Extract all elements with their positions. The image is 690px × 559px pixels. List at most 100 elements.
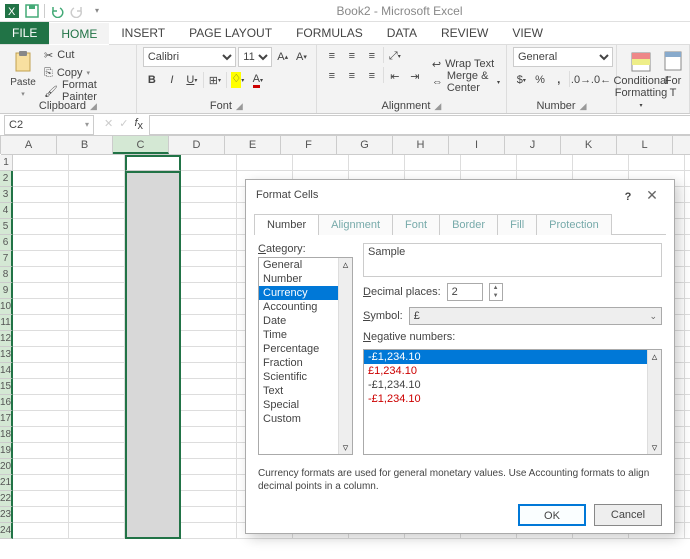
cell[interactable] bbox=[349, 155, 405, 171]
column-header[interactable]: C bbox=[113, 136, 169, 154]
excel-icon[interactable]: X bbox=[4, 3, 20, 19]
tab-home[interactable]: HOME bbox=[49, 23, 109, 45]
align-right-icon[interactable]: ≡ bbox=[363, 67, 381, 85]
cell[interactable] bbox=[685, 411, 690, 427]
cell[interactable] bbox=[685, 459, 690, 475]
cell[interactable] bbox=[405, 155, 461, 171]
row-header[interactable]: 5 bbox=[0, 219, 13, 235]
dialog-tab[interactable]: Number bbox=[254, 214, 319, 235]
cell[interactable] bbox=[69, 235, 125, 251]
cell[interactable] bbox=[685, 475, 690, 491]
cell[interactable] bbox=[685, 331, 690, 347]
tab-data[interactable]: DATA bbox=[375, 22, 429, 44]
bold-button[interactable]: B bbox=[143, 71, 161, 89]
cell[interactable] bbox=[685, 315, 690, 331]
percent-format-icon[interactable]: % bbox=[532, 71, 549, 89]
selected-range[interactable] bbox=[125, 171, 181, 539]
format-painter-button[interactable]: 🖌Format Painter bbox=[44, 83, 130, 99]
column-header[interactable]: E bbox=[225, 136, 281, 154]
cell[interactable] bbox=[181, 315, 237, 331]
cell[interactable] bbox=[13, 187, 69, 203]
cell[interactable] bbox=[181, 203, 237, 219]
row-header[interactable]: 19 bbox=[0, 443, 13, 459]
cell[interactable] bbox=[181, 155, 237, 171]
row-header[interactable]: 6 bbox=[0, 235, 13, 251]
font-size-select[interactable]: 11 bbox=[238, 47, 272, 67]
cell[interactable] bbox=[685, 491, 690, 507]
cell[interactable] bbox=[461, 155, 517, 171]
row-header[interactable]: 17 bbox=[0, 411, 13, 427]
cell[interactable] bbox=[685, 523, 690, 539]
align-top-icon[interactable]: ≡ bbox=[323, 47, 341, 65]
cell[interactable] bbox=[629, 155, 685, 171]
cell[interactable] bbox=[181, 443, 237, 459]
row-header[interactable]: 13 bbox=[0, 347, 13, 363]
column-header[interactable]: B bbox=[57, 136, 113, 154]
column-header[interactable]: H bbox=[393, 136, 449, 154]
fill-color-button[interactable]: ♢▾ bbox=[229, 71, 247, 89]
cell[interactable] bbox=[13, 363, 69, 379]
cell[interactable] bbox=[181, 507, 237, 523]
cell[interactable] bbox=[69, 347, 125, 363]
cell[interactable] bbox=[181, 411, 237, 427]
save-icon[interactable] bbox=[24, 3, 40, 19]
column-header[interactable]: J bbox=[505, 136, 561, 154]
cell[interactable] bbox=[69, 459, 125, 475]
cell[interactable] bbox=[181, 251, 237, 267]
cell[interactable] bbox=[13, 299, 69, 315]
cell[interactable] bbox=[13, 459, 69, 475]
tab-page-layout[interactable]: PAGE LAYOUT bbox=[177, 22, 284, 44]
cell[interactable] bbox=[181, 459, 237, 475]
dialog-launcher-icon[interactable]: ◢ bbox=[236, 101, 243, 112]
cell[interactable] bbox=[13, 443, 69, 459]
undo-icon[interactable] bbox=[49, 3, 65, 19]
tab-view[interactable]: VIEW bbox=[500, 22, 555, 44]
accounting-format-icon[interactable]: $▾ bbox=[513, 71, 530, 89]
cell[interactable] bbox=[13, 203, 69, 219]
cell[interactable] bbox=[13, 523, 69, 539]
negative-format-item[interactable]: -£1,234.10 bbox=[364, 392, 661, 406]
cell[interactable] bbox=[685, 395, 690, 411]
row-header[interactable]: 9 bbox=[0, 283, 13, 299]
cell[interactable] bbox=[685, 283, 690, 299]
cell[interactable] bbox=[685, 219, 690, 235]
decrease-indent-icon[interactable]: ⇤ bbox=[386, 67, 404, 85]
column-header[interactable]: M bbox=[673, 136, 690, 154]
increase-indent-icon[interactable]: ⇥ bbox=[406, 67, 424, 85]
shrink-font-icon[interactable]: A▾ bbox=[293, 48, 310, 66]
cell[interactable] bbox=[685, 507, 690, 523]
orientation-icon[interactable]: ⤢▾ bbox=[386, 47, 404, 65]
cell[interactable] bbox=[181, 219, 237, 235]
ok-button[interactable]: OK bbox=[518, 504, 586, 526]
active-cell[interactable] bbox=[125, 155, 181, 171]
align-middle-icon[interactable]: ≡ bbox=[343, 47, 361, 65]
cell[interactable] bbox=[69, 283, 125, 299]
cell[interactable] bbox=[13, 315, 69, 331]
decimal-places-input[interactable]: 2 bbox=[447, 283, 483, 301]
cell[interactable] bbox=[69, 379, 125, 395]
dialog-tab[interactable]: Font bbox=[392, 214, 440, 235]
cell[interactable] bbox=[685, 235, 690, 251]
cell[interactable] bbox=[685, 299, 690, 315]
underline-button[interactable]: U▾ bbox=[183, 71, 201, 89]
comma-format-icon[interactable]: , bbox=[550, 71, 567, 89]
cell[interactable] bbox=[181, 171, 237, 187]
cancel-button[interactable]: Cancel bbox=[594, 504, 662, 526]
column-header[interactable]: F bbox=[281, 136, 337, 154]
cell[interactable] bbox=[181, 395, 237, 411]
decimal-spinner[interactable]: ▲▼ bbox=[489, 283, 503, 301]
cell[interactable] bbox=[685, 171, 690, 187]
row-header[interactable]: 21 bbox=[0, 475, 13, 491]
cell[interactable] bbox=[69, 155, 125, 171]
cell[interactable] bbox=[69, 507, 125, 523]
cell[interactable] bbox=[685, 187, 690, 203]
cell[interactable] bbox=[69, 443, 125, 459]
cell[interactable] bbox=[13, 427, 69, 443]
cell[interactable] bbox=[13, 379, 69, 395]
cell[interactable] bbox=[13, 155, 69, 171]
cell[interactable] bbox=[69, 395, 125, 411]
row-header[interactable]: 16 bbox=[0, 395, 13, 411]
format-as-table-button[interactable]: ForT bbox=[663, 47, 683, 110]
column-header[interactable]: I bbox=[449, 136, 505, 154]
align-center-icon[interactable]: ≡ bbox=[343, 67, 361, 85]
